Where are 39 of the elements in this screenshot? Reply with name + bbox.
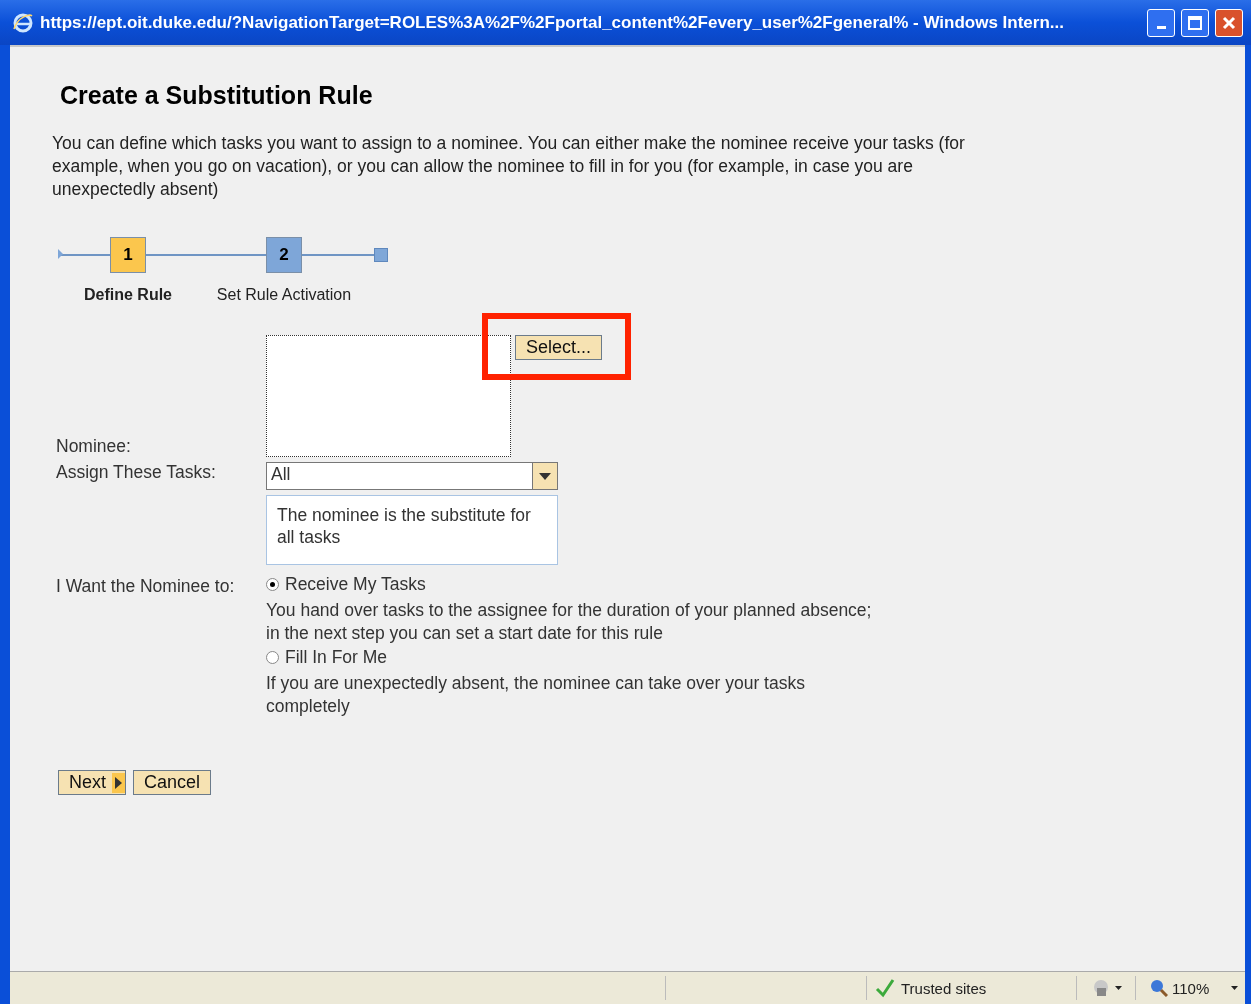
intro-text: You can define which tasks you want to assign to a nominee. You can either make the nominee receive your tasks (for example, when you go on vacation), or you can allow the nominee to fill in for you (for example, in case you are unexpectedly absent) — [52, 132, 966, 201]
step-marker[interactable]: 1 — [110, 237, 146, 273]
tasks-dropdown[interactable]: All — [266, 462, 558, 490]
window-title: https://ept.oit.duke.edu/?NavigationTarget=ROLES%3A%2F%2Fportal_content%2Fevery_user%2Fgeneral% - Windows Intern... — [40, 12, 1065, 33]
caret-icon — [539, 472, 551, 480]
end-marker-icon — [374, 248, 388, 262]
select-button[interactable]: Select... — [515, 335, 603, 360]
mode-label: I Want the Nominee to: — [55, 576, 236, 598]
dropdown-arrow-icon[interactable] — [1114, 986, 1122, 990]
zone-text: Trusted sites — [901, 979, 987, 997]
step-label: Set Rule Activation — [216, 286, 352, 304]
option-description: You hand over tasks to the assignee for the duration of your planned absence; in the next step you can set a start date for this rule — [266, 599, 873, 645]
option-label[interactable]: Fill In For Me — [285, 647, 388, 668]
step-marker[interactable]: 2 — [266, 237, 302, 273]
start-marker-icon — [58, 249, 63, 259]
arrow-icon — [115, 776, 122, 789]
maximize-button[interactable] — [1181, 8, 1209, 37]
radio-button[interactable] — [266, 651, 279, 664]
page-heading: Create a Substitution Rule — [60, 81, 374, 110]
minimize-button[interactable] — [1147, 8, 1175, 37]
next-button[interactable]: Next — [58, 770, 126, 795]
close-icon — [1222, 15, 1236, 30]
maximize-icon — [1188, 15, 1202, 30]
nominee-label: Nominee: — [55, 436, 132, 457]
cancel-button[interactable]: Cancel — [133, 770, 212, 795]
browser-icon — [12, 11, 34, 34]
close-button[interactable] — [1215, 8, 1243, 37]
checkmark-icon — [875, 978, 895, 998]
step-label: Define Rule — [84, 286, 172, 304]
option-description: If you are unexpectedly absent, the nominee can take over your tasks completely — [266, 672, 806, 718]
zoom-level[interactable]: 110% — [1172, 979, 1210, 997]
nominee-field[interactable] — [266, 335, 511, 457]
radio-button[interactable] — [266, 578, 279, 591]
option-label[interactable]: Receive My Tasks — [285, 574, 426, 595]
dropdown-arrow-icon[interactable] — [1231, 986, 1239, 990]
tasks-description: The nominee is the substitute for all tasks — [266, 495, 558, 565]
minimize-icon — [1156, 26, 1166, 29]
tasks-label: Assign These Tasks: — [55, 462, 217, 484]
zoom-icon[interactable] — [1150, 979, 1168, 997]
